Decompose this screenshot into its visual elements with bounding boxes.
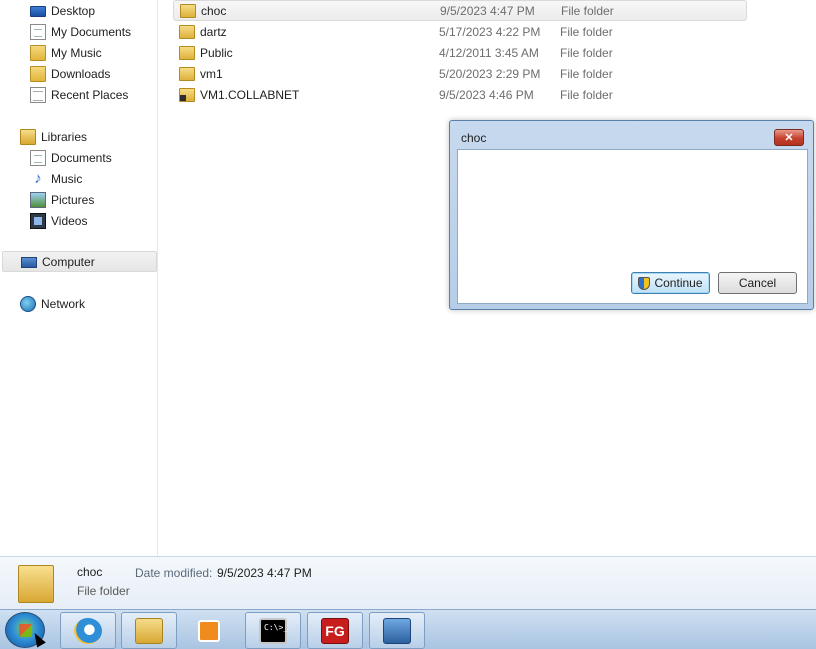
folder-large-icon	[18, 565, 54, 603]
nav-item-label: Videos	[51, 213, 88, 228]
documents-icon	[30, 149, 46, 166]
uac-shield-icon	[638, 276, 651, 290]
file-name: vm1	[200, 66, 223, 81]
nav-item-label: Network	[41, 296, 86, 311]
nav-item-my-documents[interactable]: My Documents	[30, 21, 131, 42]
nav-item-label: Downloads	[51, 66, 111, 81]
command-prompt-icon: C:\>_	[259, 617, 288, 644]
nav-item-computer[interactable]: Computer	[2, 251, 157, 272]
taskbar-fg-app[interactable]: FG	[307, 612, 363, 649]
windows-explorer-icon	[135, 617, 163, 644]
file-name: dartz	[200, 24, 227, 39]
navigation-pane: Desktop My Documents My Music Downloads …	[0, 0, 158, 556]
documents-library-icon	[30, 23, 46, 40]
file-name: Public	[200, 45, 233, 60]
nav-item-label: Recent Places	[51, 87, 129, 102]
file-date: 9/5/2023 4:46 PM	[439, 87, 534, 102]
nav-item-desktop[interactable]: Desktop	[30, 0, 95, 21]
pictures-icon	[30, 191, 46, 208]
nav-item-downloads[interactable]: Downloads	[30, 63, 110, 84]
computer-icon	[21, 256, 37, 268]
continue-label: Continue	[654, 276, 703, 290]
close-icon[interactable]: ✕	[774, 129, 804, 146]
nav-item-label: Documents	[51, 150, 112, 165]
downloads-folder-icon	[30, 65, 46, 82]
file-row-choc[interactable]: choc 9/5/2023 4:47 PM File folder	[173, 0, 747, 21]
nav-item-label: Music	[51, 171, 83, 186]
details-type: File folder	[77, 584, 130, 598]
folder-icon	[179, 24, 195, 39]
nav-item-label: Computer	[42, 254, 95, 269]
taskbar-command-prompt[interactable]: C:\>_	[245, 612, 301, 649]
music-icon: ♪	[34, 169, 42, 187]
remote-desktop-icon	[383, 617, 411, 644]
nav-item-label: Libraries	[41, 129, 88, 144]
music-library-icon	[30, 44, 46, 61]
file-type: File folder	[560, 66, 613, 81]
file-type: File folder	[561, 3, 614, 18]
locked-folder-icon	[179, 87, 195, 102]
cancel-label: Cancel	[738, 276, 777, 290]
taskbar-remote-desktop[interactable]	[369, 612, 425, 649]
file-date: 5/20/2023 2:29 PM	[439, 66, 541, 81]
file-row-vm1-collabnet[interactable]: VM1.COLLABNET 9/5/2023 4:46 PM File fold…	[173, 84, 747, 105]
nav-item-documents[interactable]: Documents	[30, 147, 112, 168]
details-name: choc	[77, 565, 103, 579]
details-pane: choc File folder Date modified: 9/5/2023…	[0, 556, 816, 609]
nav-item-label: Pictures	[51, 192, 95, 207]
file-type: File folder	[560, 45, 613, 60]
choc-dialog: choc ✕ Continue Cancel	[449, 120, 814, 310]
dialog-title: choc	[461, 131, 487, 145]
nav-item-pictures[interactable]: Pictures	[30, 189, 94, 210]
taskbar: C:\>_ FG	[0, 609, 816, 649]
network-icon	[20, 295, 36, 312]
folder-icon	[180, 3, 196, 18]
nav-item-my-music[interactable]: My Music	[30, 42, 102, 63]
folder-icon	[179, 45, 195, 60]
continue-button[interactable]: Continue	[631, 272, 710, 294]
nav-item-label: My Music	[51, 45, 102, 60]
recent-places-icon	[30, 86, 46, 103]
taskbar-media-player[interactable]	[183, 612, 235, 649]
details-date-value: 9/5/2023 4:47 PM	[217, 566, 312, 580]
file-date: 9/5/2023 4:47 PM	[440, 3, 535, 18]
desktop-icon	[30, 6, 46, 17]
file-date: 5/17/2023 4:22 PM	[439, 24, 541, 39]
file-type: File folder	[560, 87, 613, 102]
fg-app-icon: FG	[321, 617, 349, 644]
nav-item-music[interactable]: ♪ Music	[30, 168, 82, 189]
internet-explorer-icon	[74, 617, 102, 644]
taskbar-windows-explorer[interactable]	[121, 612, 177, 649]
nav-item-recent-places[interactable]: Recent Places	[30, 84, 128, 105]
nav-item-label: Desktop	[51, 3, 96, 18]
nav-item-libraries[interactable]: Libraries	[20, 126, 87, 147]
file-row-public[interactable]: Public 4/12/2011 3:45 AM File folder	[173, 42, 747, 63]
folder-icon	[179, 66, 195, 81]
libraries-icon	[20, 128, 36, 145]
nav-item-label: My Documents	[51, 24, 132, 39]
details-date-label: Date modified:	[135, 566, 213, 580]
videos-icon	[30, 212, 46, 229]
file-type: File folder	[560, 24, 613, 39]
taskbar-internet-explorer[interactable]	[60, 612, 116, 649]
file-row-vm1[interactable]: vm1 5/20/2023 2:29 PM File folder	[173, 63, 747, 84]
file-name: VM1.COLLABNET	[200, 87, 300, 102]
file-date: 4/12/2011 3:45 AM	[439, 45, 539, 60]
nav-item-network[interactable]: Network	[20, 293, 85, 314]
file-row-dartz[interactable]: dartz 5/17/2023 4:22 PM File folder	[173, 21, 747, 42]
media-player-icon	[198, 619, 220, 642]
cancel-button[interactable]: Cancel	[718, 272, 797, 294]
dialog-content: Continue Cancel	[457, 149, 808, 304]
nav-item-videos[interactable]: Videos	[30, 210, 87, 231]
file-name: choc	[201, 3, 227, 18]
